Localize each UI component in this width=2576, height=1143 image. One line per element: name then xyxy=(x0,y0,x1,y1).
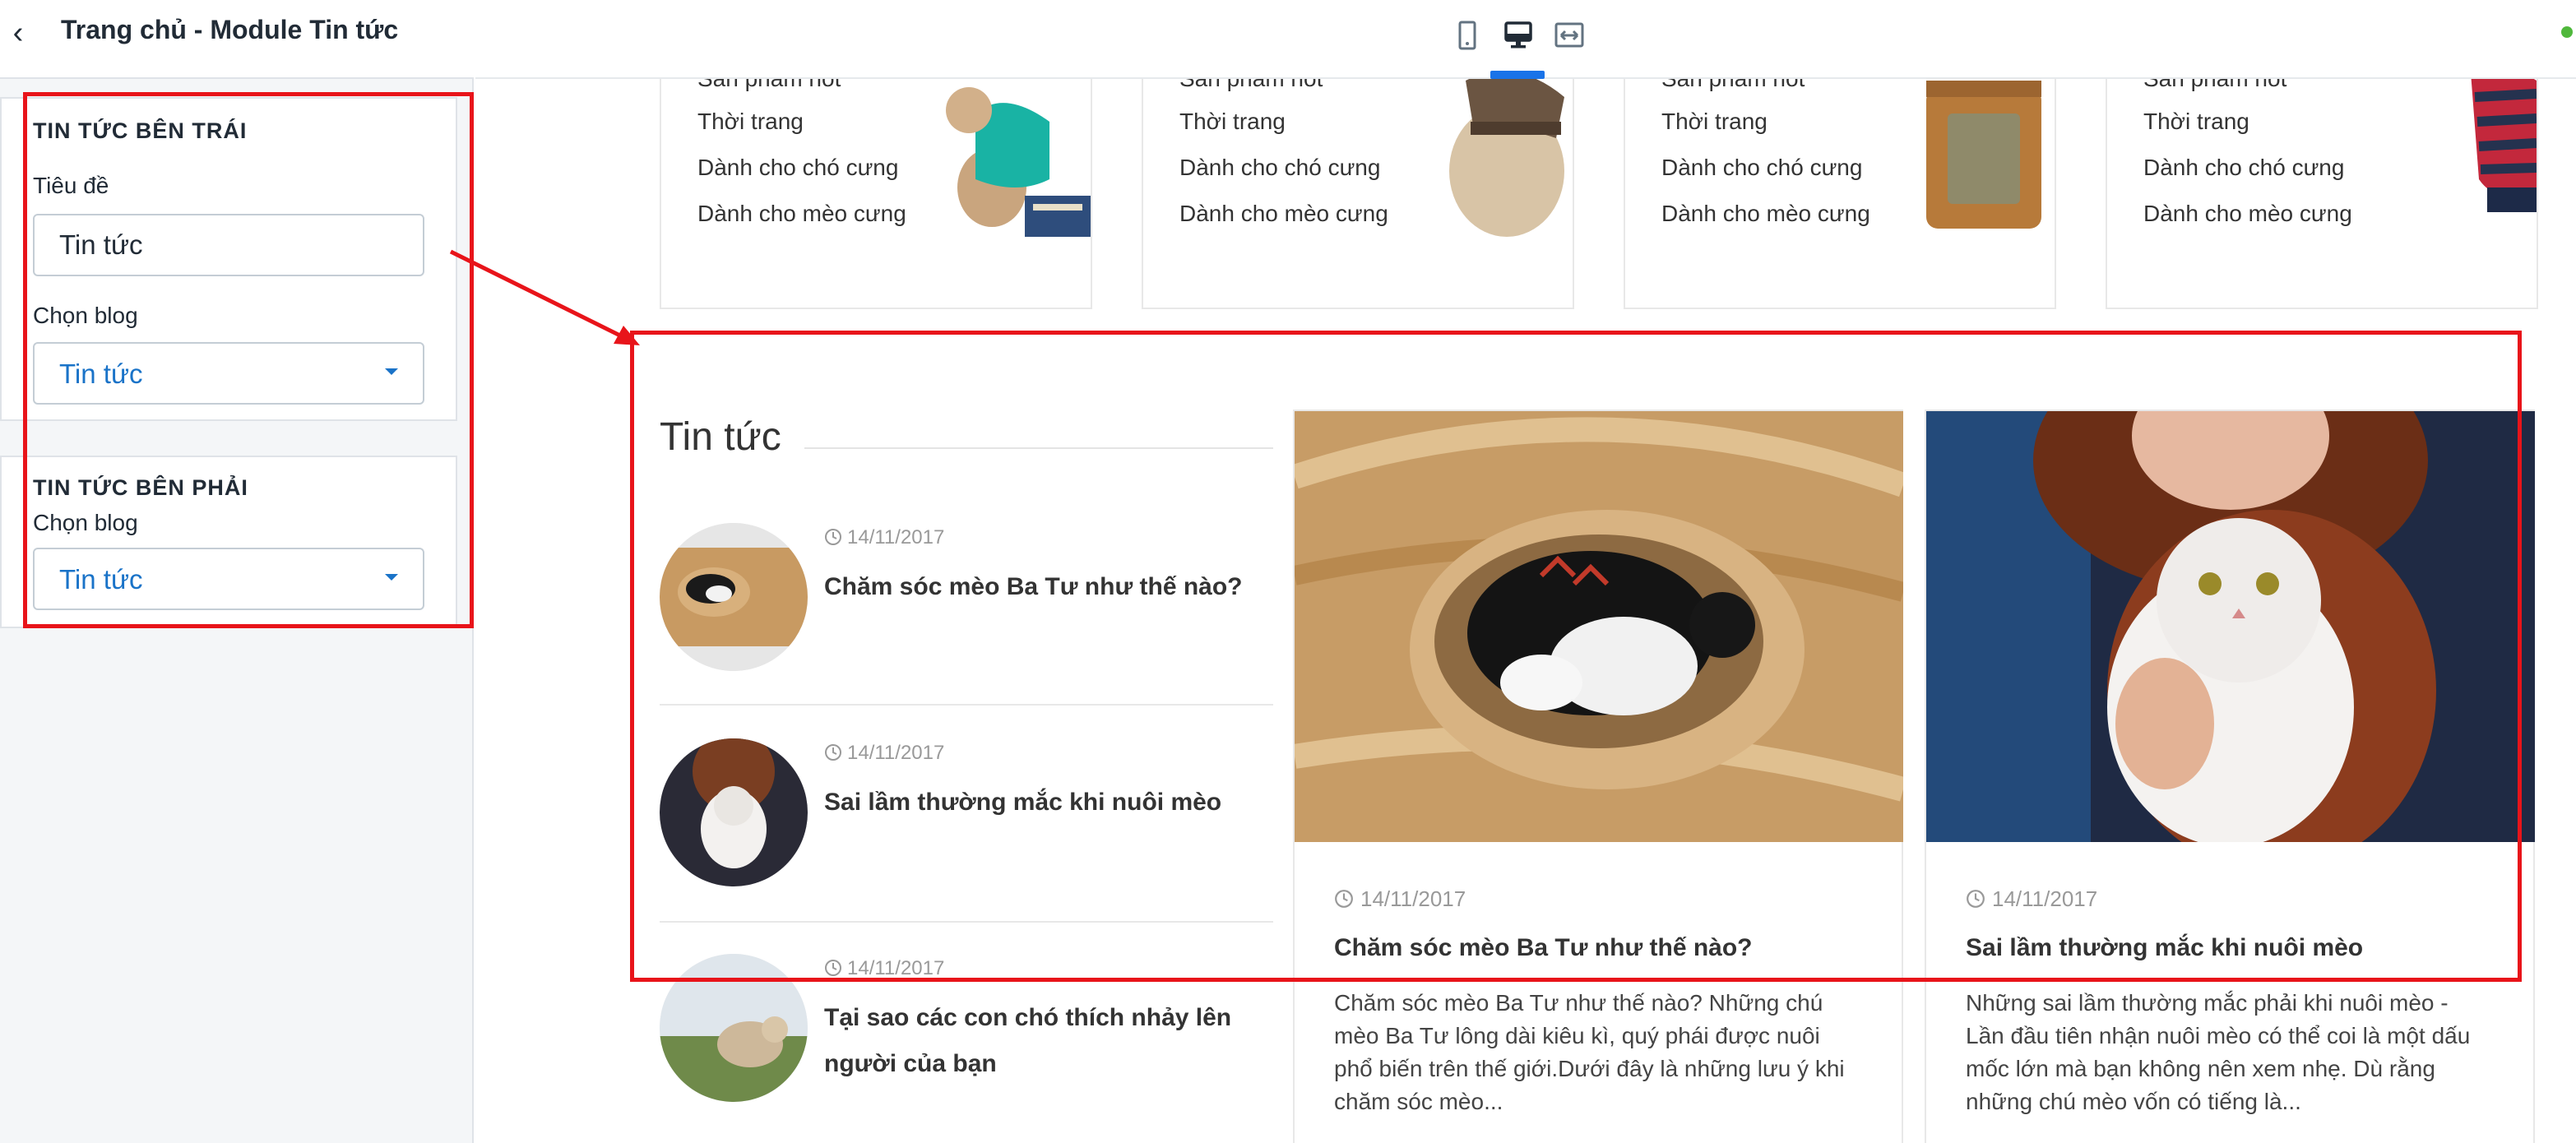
category-link[interactable]: Thời trang xyxy=(697,109,804,135)
annotation-box-settings xyxy=(23,92,474,628)
featured-post-excerpt: Những sai lầm thường mắc phải khi nuôi m… xyxy=(1966,990,2471,1114)
category-card: Sản phẩm hot Thời trang Dành cho chó cưn… xyxy=(660,79,1092,309)
back-chevron-icon[interactable]: ‹ xyxy=(2,16,35,49)
fullwidth-icon[interactable] xyxy=(1553,18,1586,53)
desktop-icon[interactable] xyxy=(1490,18,1545,79)
preview-toolbar: L xyxy=(475,0,2576,79)
category-link[interactable]: Sản phẩm hot xyxy=(2143,79,2286,92)
category-link[interactable]: Thời trang xyxy=(1179,109,1286,135)
category-link[interactable]: Dành cho chó cưng xyxy=(1179,155,1380,181)
status-dot-icon xyxy=(2561,26,2573,38)
category-link[interactable]: Dành cho mèo cưng xyxy=(1179,201,1388,227)
category-link[interactable]: Sản phẩm hot xyxy=(697,79,841,92)
annotation-box-preview xyxy=(630,331,2522,982)
category-link[interactable]: Dành cho chó cưng xyxy=(697,155,898,181)
mobile-icon[interactable] xyxy=(1451,18,1484,53)
sidebar-title: Trang chủ - Module Tin tức xyxy=(61,15,399,44)
dog-hat-image xyxy=(1408,79,1573,245)
category-link[interactable]: Dành cho mèo cưng xyxy=(697,201,906,227)
news-list-item[interactable]: 14/11/2017 Tại sao các con chó thích nhả… xyxy=(660,954,1273,1143)
category-link[interactable]: Sản phẩm hot xyxy=(1661,79,1805,92)
featured-post-excerpt: Chăm sóc mèo Ba Tư như thế nào? Những ch… xyxy=(1334,990,1845,1114)
category-link[interactable]: Thời trang xyxy=(2143,109,2249,135)
category-link[interactable]: Dành cho mèo cưng xyxy=(1661,201,1870,227)
pet-carrier-image xyxy=(1890,79,2055,245)
striped-sweater-image xyxy=(2372,79,2537,245)
category-link[interactable]: Sản phẩm hot xyxy=(1179,79,1323,92)
category-link[interactable]: Dành cho chó cưng xyxy=(2143,155,2344,181)
category-link[interactable]: Dành cho mèo cưng xyxy=(2143,201,2352,227)
category-link[interactable]: Dành cho chó cưng xyxy=(1661,155,1862,181)
dog-sweater-image xyxy=(926,79,1091,245)
category-link[interactable]: Thời trang xyxy=(1661,109,1768,135)
sidebar-header: ‹ Trang chủ - Module Tin tức xyxy=(0,0,474,79)
theme-editor: ‹ Trang chủ - Module Tin tức TIN TỨC BÊN… xyxy=(0,0,2576,1143)
category-card: Sản phẩm hot Thời trang Dành cho chó cưn… xyxy=(1142,79,1574,309)
category-card: Sản phẩm hot Thời trang Dành cho chó cưn… xyxy=(1624,79,2056,309)
category-card: Sản phẩm hot Thời trang Dành cho chó cưn… xyxy=(2106,79,2538,309)
post-title-link[interactable]: Tại sao các con chó thích nhảy lên người… xyxy=(824,995,1268,1087)
